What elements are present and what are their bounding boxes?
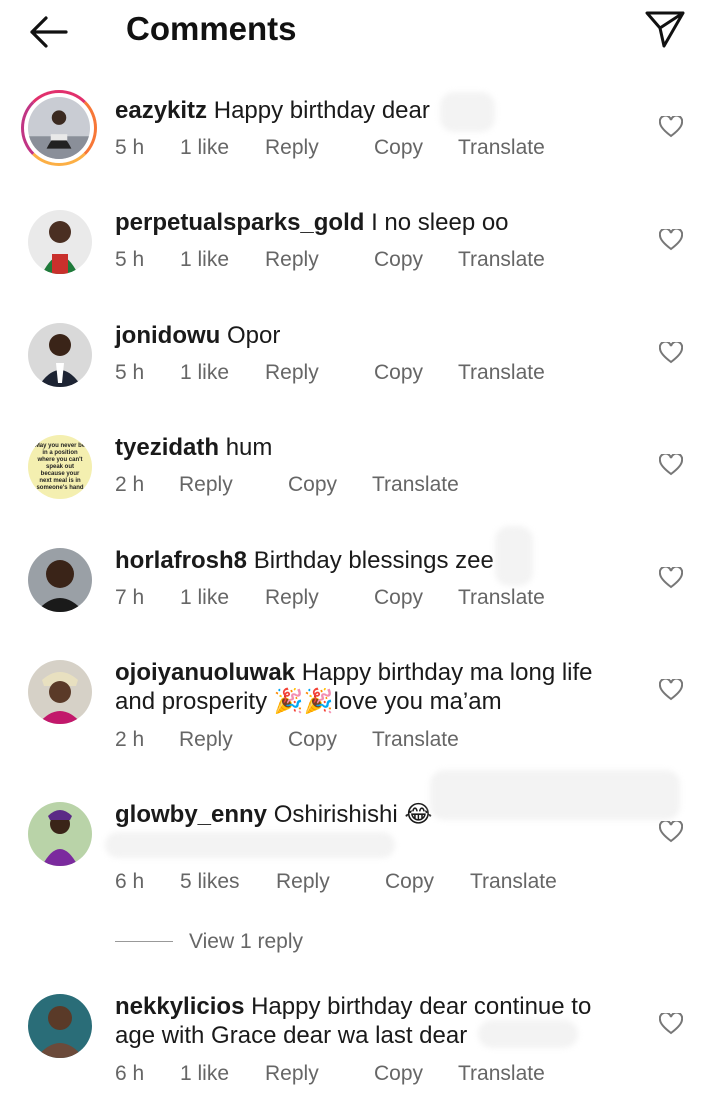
copy-button[interactable]: Copy bbox=[374, 248, 423, 272]
translate-button[interactable]: Translate bbox=[458, 136, 545, 160]
redaction-blur bbox=[495, 526, 533, 586]
username[interactable]: glowby_enny bbox=[115, 801, 267, 828]
timestamp: 7 h bbox=[115, 586, 145, 609]
username[interactable]: ojoiyanuoluwak bbox=[115, 659, 295, 686]
heart-icon[interactable] bbox=[659, 1013, 683, 1035]
likes-count[interactable]: 1 like bbox=[180, 248, 229, 272]
copy-button[interactable]: Copy bbox=[374, 586, 423, 610]
view-replies-label: View 1 reply bbox=[189, 930, 304, 953]
reply-button[interactable]: Reply bbox=[265, 361, 319, 385]
timestamp: 6 h bbox=[115, 870, 145, 893]
translate-button[interactable]: Translate bbox=[458, 248, 545, 272]
heart-icon[interactable] bbox=[659, 567, 683, 589]
translate-button[interactable]: Translate bbox=[470, 870, 557, 894]
heart-icon[interactable] bbox=[659, 454, 683, 476]
likes-count[interactable]: 1 like bbox=[180, 586, 229, 610]
copy-button[interactable]: Copy bbox=[374, 136, 423, 160]
avatar[interactable]: May you never be in a position where you… bbox=[28, 435, 92, 499]
likes-count[interactable]: 1 like bbox=[180, 136, 229, 160]
timestamp: 5 h bbox=[115, 248, 145, 271]
heart-icon[interactable] bbox=[659, 679, 683, 701]
comment-body: Opor bbox=[226, 322, 281, 349]
avatar[interactable] bbox=[28, 802, 92, 866]
copy-button[interactable]: Copy bbox=[288, 473, 337, 497]
likes-count[interactable]: 1 like bbox=[180, 1062, 229, 1086]
translate-button[interactable]: Translate bbox=[458, 1062, 545, 1086]
username[interactable]: nekkylicios bbox=[115, 993, 244, 1020]
arrow-left-icon[interactable] bbox=[26, 12, 72, 52]
comment-body: hum bbox=[225, 434, 273, 461]
avatar-quote-text: May you never be in a position where you… bbox=[34, 443, 86, 491]
likes-count[interactable]: 1 like bbox=[180, 361, 229, 385]
copy-button[interactable]: Copy bbox=[374, 361, 423, 385]
redaction-blur bbox=[105, 832, 395, 858]
username[interactable]: perpetualsparks_gold bbox=[115, 209, 364, 236]
avatar[interactable] bbox=[21, 90, 97, 166]
comment-text: horlafrosh8 Birthday blessings zee bbox=[115, 546, 615, 575]
heart-icon[interactable] bbox=[659, 821, 683, 843]
comment-text: jonidowu Opor bbox=[115, 321, 615, 350]
comment-body: Oshirishishi 😂 bbox=[273, 801, 433, 828]
copy-button[interactable]: Copy bbox=[374, 1062, 423, 1086]
translate-button[interactable]: Translate bbox=[372, 728, 459, 752]
reply-button[interactable]: Reply bbox=[265, 1062, 319, 1086]
comment-body: Birthday blessings zee bbox=[253, 547, 494, 574]
avatar[interactable] bbox=[28, 323, 92, 387]
divider bbox=[115, 941, 173, 942]
send-icon[interactable] bbox=[644, 8, 686, 50]
avatar[interactable] bbox=[28, 660, 92, 724]
timestamp: 2 h bbox=[115, 473, 145, 496]
copy-button[interactable]: Copy bbox=[288, 728, 337, 752]
username[interactable]: eazykitz bbox=[115, 97, 207, 124]
timestamp: 6 h bbox=[115, 1062, 145, 1085]
copy-button[interactable]: Copy bbox=[385, 870, 434, 894]
comment-text: perpetualsparks_gold I no sleep oo bbox=[115, 208, 615, 237]
avatar[interactable] bbox=[28, 210, 92, 274]
comment-body-continued: and prosperity 🎉🎉love you ma’am bbox=[115, 688, 502, 715]
reply-button[interactable]: Reply bbox=[265, 248, 319, 272]
translate-button[interactable]: Translate bbox=[372, 473, 459, 497]
comment-text: tyezidath hum bbox=[115, 433, 615, 462]
comment-body: Happy birthday dear bbox=[213, 97, 430, 124]
comment-text: ojoiyanuoluwak Happy birthday ma long li… bbox=[115, 658, 615, 716]
header-bar: Comments bbox=[0, 0, 720, 62]
reply-button[interactable]: Reply bbox=[265, 136, 319, 160]
username[interactable]: tyezidath bbox=[115, 434, 219, 461]
redaction-blur bbox=[478, 1020, 578, 1048]
username[interactable]: horlafrosh8 bbox=[115, 547, 247, 574]
reply-button[interactable]: Reply bbox=[179, 473, 233, 497]
redaction-blur bbox=[430, 770, 680, 820]
comment-body: Happy birthday dear continue to bbox=[251, 993, 592, 1020]
redaction-blur bbox=[440, 92, 495, 132]
heart-icon[interactable] bbox=[659, 342, 683, 364]
heart-icon[interactable] bbox=[659, 116, 683, 138]
heart-icon[interactable] bbox=[659, 229, 683, 251]
comment-text: eazykitz Happy birthday dear bbox=[115, 96, 615, 125]
timestamp: 5 h bbox=[115, 361, 145, 384]
translate-button[interactable]: Translate bbox=[458, 586, 545, 610]
page-title: Comments bbox=[126, 10, 297, 47]
comment-body-continued: age with Grace dear wa last dear bbox=[115, 1022, 468, 1049]
timestamp: 2 h bbox=[115, 728, 145, 751]
comment-body: Happy birthday ma long life bbox=[301, 659, 593, 686]
timestamp: 5 h bbox=[115, 136, 145, 159]
reply-button[interactable]: Reply bbox=[179, 728, 233, 752]
avatar[interactable] bbox=[28, 548, 92, 612]
reply-button[interactable]: Reply bbox=[265, 586, 319, 610]
avatar[interactable] bbox=[28, 994, 92, 1058]
likes-count[interactable]: 5 likes bbox=[180, 870, 240, 894]
comment-body: I no sleep oo bbox=[371, 209, 509, 236]
reply-button[interactable]: Reply bbox=[276, 870, 330, 894]
translate-button[interactable]: Translate bbox=[458, 361, 545, 385]
username[interactable]: jonidowu bbox=[115, 322, 220, 349]
